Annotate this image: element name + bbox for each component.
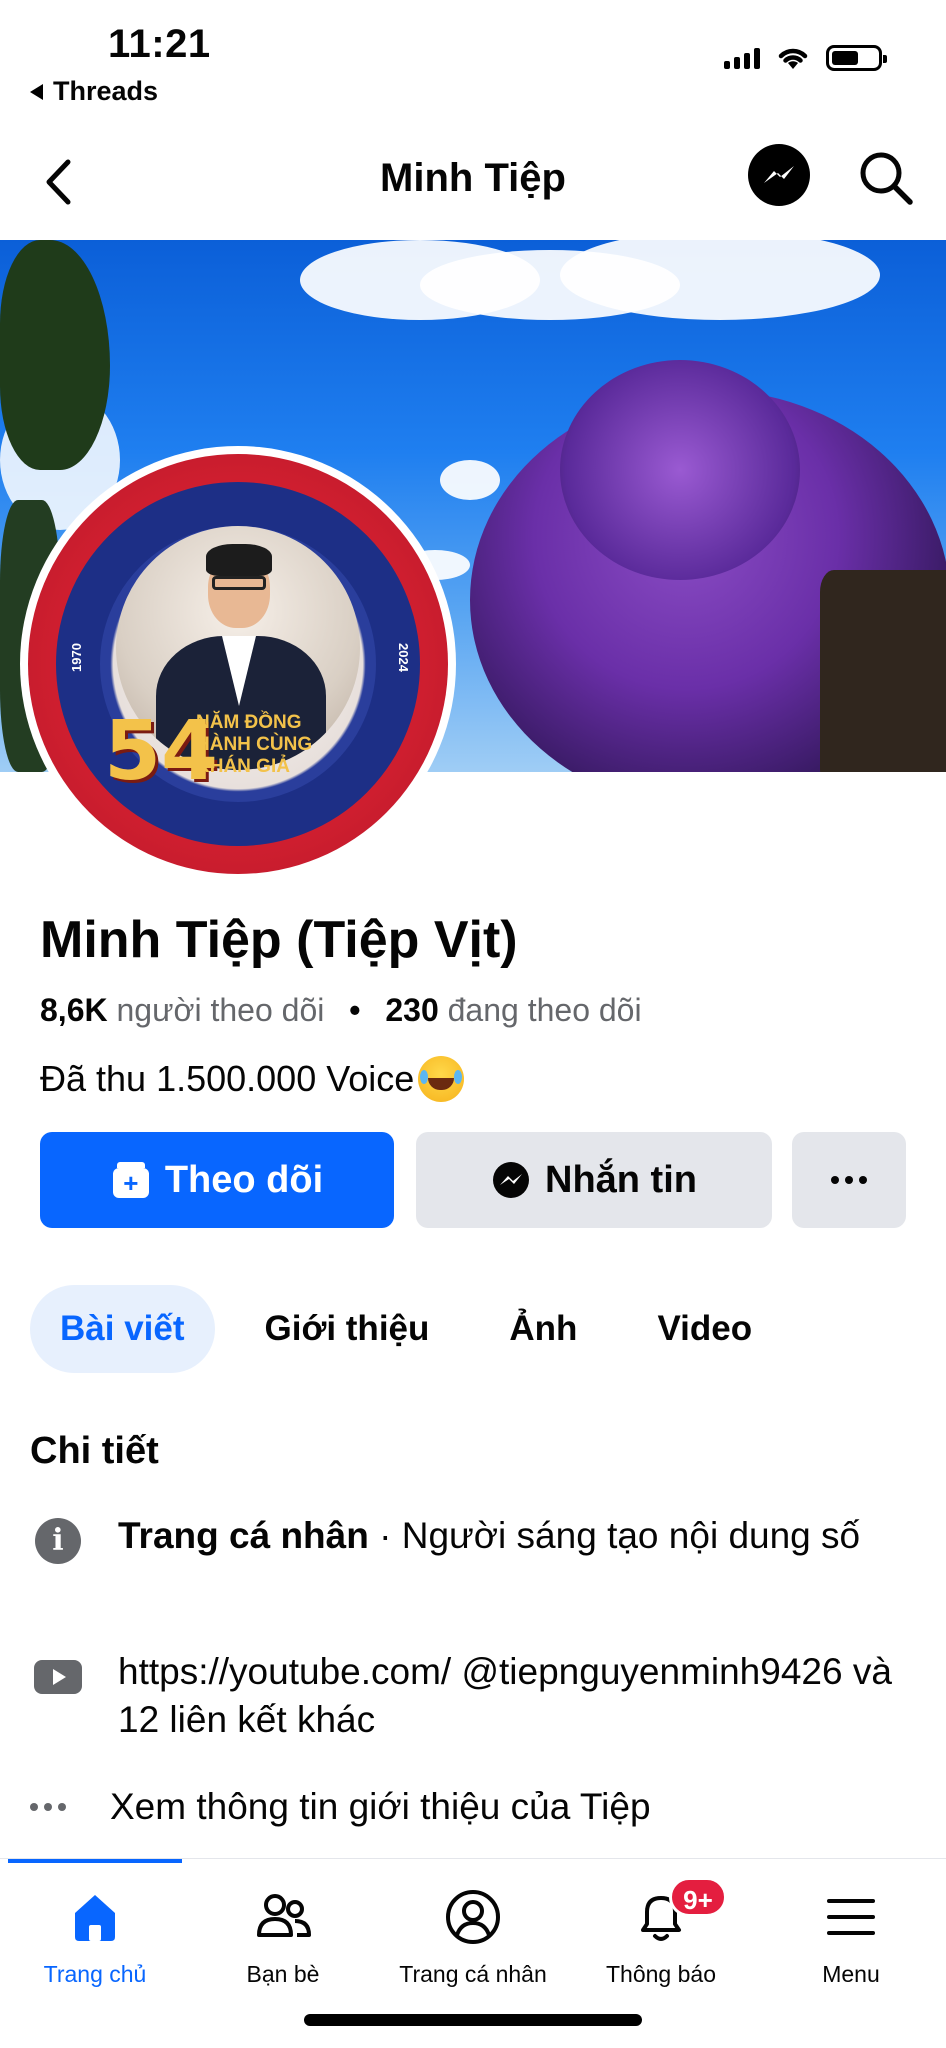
status-bar: 11:21 Threads: [0, 0, 946, 130]
followers-label[interactable]: người theo dõi: [116, 992, 324, 1028]
profile-header: Minh Tiệp: [0, 130, 946, 240]
profile-tabs: Bài viết Giới thiệu Ảnh Video: [30, 1284, 782, 1374]
back-triangle-icon: [30, 83, 43, 100]
home-indicator[interactable]: [304, 2014, 642, 2026]
message-label: Nhắn tin: [545, 1158, 697, 1201]
nav-home-label: Trang chủ: [43, 1961, 147, 1987]
following-count[interactable]: 230: [385, 992, 438, 1028]
tab-about[interactable]: Giới thiệu: [235, 1285, 460, 1373]
message-button[interactable]: Nhắn tin: [416, 1132, 772, 1228]
messenger-icon: [493, 1162, 529, 1198]
tab-photos[interactable]: Ảnh: [479, 1285, 607, 1373]
nav-notifications-label: Thông báo: [606, 1961, 716, 1987]
profile-icon: [443, 1887, 503, 1947]
status-icons: [724, 45, 887, 71]
nav-friends[interactable]: Bạn bè: [188, 1887, 378, 1988]
friends-icon: [253, 1887, 313, 1947]
page-type-value: · Người sáng tạo nội dung số: [368, 1515, 861, 1556]
detail-links: https://youtube.com/ @tiepnguyenminh9426…: [30, 1648, 910, 1744]
tears-of-joy-emoji-icon: [418, 1056, 465, 1102]
details-title: Chi tiết: [30, 1430, 159, 1472]
active-tab-indicator: [8, 1859, 182, 1863]
bio-text: Đã thu 1.500.000 Voice: [40, 1058, 415, 1099]
search-icon: [860, 152, 913, 205]
page-type-label: Trang cá nhân: [118, 1515, 369, 1556]
messenger-icon: [764, 166, 794, 183]
youtube-link[interactable]: https://youtube.com/ @tiepnguyenminh9426…: [118, 1648, 908, 1744]
profile-picture[interactable]: 1970 2024 54 NĂM ĐỒNG HÀNH CÙNG KHÁN GIẢ: [20, 446, 456, 882]
followers-count[interactable]: 8,6K: [40, 992, 108, 1028]
battery-icon: [826, 45, 887, 71]
following-label[interactable]: đang theo dõi: [448, 992, 642, 1028]
follow-label: Theo dõi: [164, 1158, 324, 1201]
nav-notifications[interactable]: 9+ Thông báo: [566, 1877, 756, 1988]
more-options-button[interactable]: [792, 1132, 906, 1228]
status-time: 11:21: [108, 22, 211, 66]
avatar-year-end: 2024: [396, 643, 412, 672]
youtube-icon: [34, 1660, 82, 1694]
separator-dot: •: [349, 992, 361, 1028]
follow-button[interactable]: + Theo dõi: [40, 1132, 394, 1228]
back-app-label: Threads: [53, 76, 159, 106]
see-about-info-label: Xem thông tin giới thiệu của Tiệp: [110, 1786, 651, 1827]
tab-videos[interactable]: Video: [627, 1285, 782, 1373]
notification-count-badge: 9+: [669, 1877, 727, 1917]
more-dots-icon: [831, 1176, 867, 1184]
detail-page-type: i Trang cá nhân · Người sáng tạo nội dun…: [30, 1512, 910, 1564]
tab-posts[interactable]: Bài viết: [30, 1285, 215, 1373]
avatar-year-start: 1970: [68, 643, 84, 672]
avatar-badge-text: NĂM ĐỒNG HÀNH CÙNG KHÁN GIẢ: [196, 712, 313, 777]
ellipsis-icon: [30, 1803, 78, 1811]
profile-bio: Đã thu 1.500.000 Voice: [40, 1056, 465, 1102]
messenger-button[interactable]: [748, 144, 810, 206]
wifi-icon: [778, 48, 808, 69]
nav-menu-label: Menu: [822, 1961, 880, 1987]
cellular-signal-icon: [724, 47, 760, 69]
profile-name: Minh Tiệp (Tiệp Vịt): [40, 911, 518, 969]
follow-icon: +: [111, 1160, 151, 1200]
info-icon: i: [35, 1518, 81, 1564]
nav-home[interactable]: Trang chủ: [0, 1887, 190, 1988]
follow-stats: 8,6K người theo dõi • 230 đang theo dõi: [40, 992, 642, 1029]
bell-icon: 9+: [631, 1877, 727, 1947]
search-button[interactable]: [856, 148, 916, 208]
nav-friends-label: Bạn bè: [246, 1961, 320, 1987]
nav-profile[interactable]: Trang cá nhân: [378, 1887, 568, 1988]
back-to-app-link[interactable]: Threads: [30, 76, 158, 107]
see-about-info-link[interactable]: Xem thông tin giới thiệu của Tiệp: [30, 1786, 651, 1828]
nav-profile-label: Trang cá nhân: [399, 1961, 547, 1987]
nav-menu[interactable]: Menu: [756, 1887, 946, 1988]
home-icon: [65, 1887, 125, 1947]
menu-icon: [821, 1887, 881, 1947]
